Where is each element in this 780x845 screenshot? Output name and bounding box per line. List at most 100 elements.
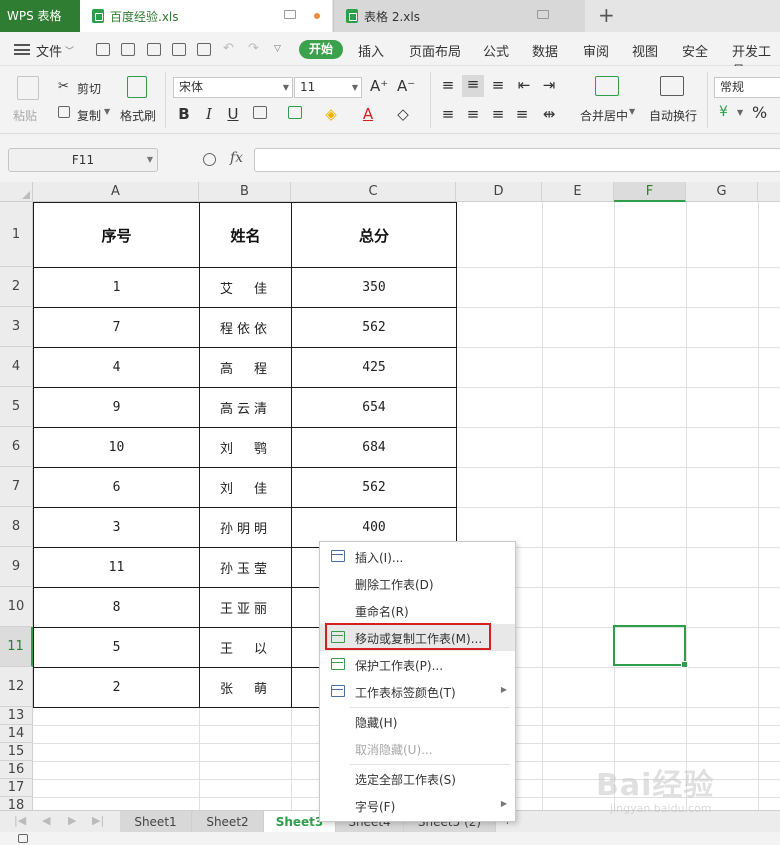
row-header-4[interactable]: 4: [0, 347, 33, 387]
select-all-button[interactable]: [0, 182, 33, 202]
zoom-icon[interactable]: [203, 153, 216, 166]
prev-sheet-icon[interactable]: ◀: [42, 814, 50, 827]
cell[interactable]: 孙玉莹: [199, 547, 292, 588]
cell[interactable]: 425: [291, 347, 457, 388]
italic-button[interactable]: I: [201, 105, 217, 123]
menu-item-hide[interactable]: 隐藏(H): [320, 708, 515, 735]
chevron-down-icon[interactable]: ▼: [104, 107, 110, 116]
menu-item-tab-color[interactable]: 工作表标签颜色(T) ▶: [320, 678, 515, 705]
justify-icon[interactable]: ≡: [514, 105, 530, 123]
tab-home[interactable]: 开始: [299, 40, 343, 59]
cell[interactable]: 1: [33, 267, 200, 308]
paste-icon[interactable]: [17, 76, 39, 100]
row-header-11[interactable]: 11: [0, 627, 33, 667]
open-folder-icon[interactable]: [96, 43, 110, 56]
app-tab[interactable]: WPS 表格: [0, 0, 80, 32]
header-cell[interactable]: 序号: [33, 202, 200, 268]
cell[interactable]: 2: [33, 667, 200, 708]
print-preview-icon[interactable]: [197, 43, 211, 56]
cut-button[interactable]: 剪切: [77, 80, 101, 97]
chevron-down-icon[interactable]: ▼: [147, 149, 153, 171]
format-painter-button[interactable]: 格式刷: [120, 107, 156, 124]
copy-button[interactable]: 复制: [77, 107, 101, 124]
row-header-1[interactable]: 1: [0, 202, 33, 267]
tab-security[interactable]: 安全: [682, 41, 708, 60]
row-header-14[interactable]: 14: [0, 725, 33, 743]
align-right-icon[interactable]: ≡: [490, 105, 506, 123]
header-cell[interactable]: 总分: [291, 202, 457, 268]
menu-item-font-size[interactable]: 字号(F) ▶: [320, 792, 515, 819]
row-header-10[interactable]: 10: [0, 587, 33, 627]
cell[interactable]: 7: [33, 307, 200, 348]
save-icon[interactable]: [121, 43, 135, 56]
underline-button[interactable]: U: [225, 105, 241, 123]
row-header-15[interactable]: 15: [0, 743, 33, 761]
print-icon[interactable]: [172, 43, 186, 56]
tab-view[interactable]: 视图: [632, 41, 658, 60]
percent-button[interactable]: %: [752, 103, 767, 122]
row-header-13[interactable]: 13: [0, 707, 33, 725]
cell[interactable]: 10: [33, 427, 200, 468]
row-header-9[interactable]: 9: [0, 547, 33, 587]
insert-function-button[interactable]: fx: [230, 150, 243, 166]
row-header-16[interactable]: 16: [0, 761, 33, 779]
row-header-18[interactable]: 18: [0, 797, 33, 810]
align-center-icon[interactable]: ≡: [465, 105, 481, 123]
menu-item-rename[interactable]: 重命名(R): [320, 597, 515, 624]
cell[interactable]: 562: [291, 467, 457, 508]
header-cell[interactable]: 姓名: [199, 202, 292, 268]
export-pdf-icon[interactable]: [147, 43, 161, 56]
name-box[interactable]: F11 ▼: [8, 148, 158, 172]
cell[interactable]: 4: [33, 347, 200, 388]
cell[interactable]: 高 程: [199, 347, 292, 388]
chevron-down-icon[interactable]: ▼: [283, 78, 289, 97]
font-color-icon[interactable]: A: [360, 105, 376, 123]
next-sheet-icon[interactable]: ▶: [68, 814, 76, 827]
clear-format-icon[interactable]: ◇: [395, 105, 411, 123]
menu-item-delete-sheet[interactable]: 删除工作表(D): [320, 570, 515, 597]
tab-review[interactable]: 审阅: [583, 41, 609, 60]
bold-button[interactable]: B: [176, 105, 192, 123]
row-header-3[interactable]: 3: [0, 307, 33, 347]
column-header-e[interactable]: E: [542, 182, 614, 202]
file-menu[interactable]: 文件: [36, 41, 62, 60]
tab-data[interactable]: 数据: [532, 41, 558, 60]
chevron-down-icon[interactable]: ▼: [352, 78, 358, 97]
merge-center-button[interactable]: 合并居中: [580, 107, 628, 124]
distributed-icon[interactable]: ⇹: [541, 105, 557, 123]
row-header-6[interactable]: 6: [0, 427, 33, 467]
column-header-g[interactable]: G: [686, 182, 758, 202]
menu-item-select-all-sheets[interactable]: 选定全部工作表(S): [320, 765, 515, 792]
wrap-text-button[interactable]: 自动换行: [649, 107, 697, 124]
customize-icon[interactable]: ▽: [274, 44, 281, 54]
tab-page-layout[interactable]: 页面布局: [409, 41, 461, 60]
cell[interactable]: 9: [33, 387, 200, 428]
cell[interactable]: 孙明明: [199, 507, 292, 548]
cell-style-icon[interactable]: [288, 106, 302, 119]
cell[interactable]: 张 萌: [199, 667, 292, 708]
row-header-5[interactable]: 5: [0, 387, 33, 427]
row-header-12[interactable]: 12: [0, 667, 33, 707]
shrink-font-button[interactable]: A⁻: [397, 77, 415, 95]
undo-icon[interactable]: ↶: [223, 41, 234, 56]
row-header-17[interactable]: 17: [0, 779, 33, 797]
formula-input[interactable]: [254, 148, 780, 172]
menu-icon[interactable]: [14, 44, 30, 55]
fill-color-icon[interactable]: ◈: [323, 105, 339, 123]
cell[interactable]: 刘 鹗: [199, 427, 292, 468]
cell[interactable]: 高云清: [199, 387, 292, 428]
cell[interactable]: 5: [33, 627, 200, 668]
row-header-2[interactable]: 2: [0, 267, 33, 307]
tab-baidu-jingyan[interactable]: 百度经验.xls: [80, 0, 332, 32]
menu-item-insert[interactable]: 插入(I)...: [320, 543, 515, 570]
cell[interactable]: 654: [291, 387, 457, 428]
window-icon[interactable]: [284, 10, 296, 19]
chevron-down-icon[interactable]: ▼: [737, 108, 743, 117]
cell[interactable]: 8: [33, 587, 200, 628]
number-format-select[interactable]: 常规: [714, 77, 780, 98]
borders-icon[interactable]: [253, 106, 267, 119]
sheet-tab-sheet1[interactable]: Sheet1: [120, 811, 192, 833]
align-top-icon[interactable]: ≡: [440, 76, 456, 94]
currency-button[interactable]: ¥: [719, 104, 728, 120]
cell[interactable]: 6: [33, 467, 200, 508]
